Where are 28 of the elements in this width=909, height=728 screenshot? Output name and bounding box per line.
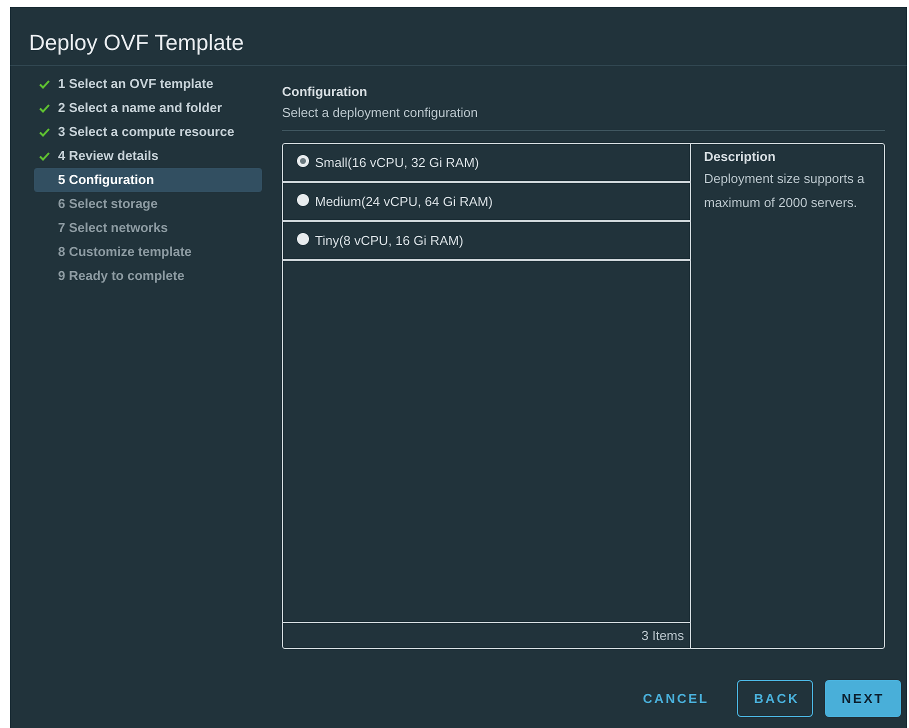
description-title: Description [704, 148, 777, 166]
wizard-step[interactable]: 6 Select storage [34, 192, 262, 216]
checkmark-icon [38, 128, 50, 136]
wizard-step[interactable]: 4 Review details [34, 144, 262, 168]
wizard-step[interactable]: 3 Select a compute resource [34, 120, 262, 144]
window-title: Deploy OVF Template [29, 29, 245, 57]
radio-button[interactable] [297, 194, 309, 206]
wizard-step[interactable]: 1 Select an OVF template [34, 72, 262, 96]
wizard-step[interactable]: 2 Select a name and folder [34, 96, 262, 120]
wizard-step[interactable]: 9 Ready to complete [34, 264, 262, 288]
checkmark-icon [38, 104, 50, 112]
back-button[interactable]: BACK [737, 680, 813, 717]
configuration-option[interactable]: Tiny(8 vCPU, 16 Gi RAM) [283, 222, 690, 261]
next-button[interactable]: NEXT [825, 680, 901, 717]
radio-button[interactable] [297, 232, 309, 244]
cancel-button[interactable]: CANCEL [626, 680, 725, 717]
checkmark-icon [38, 80, 50, 88]
configuration-option[interactable]: Small(16 vCPU, 32 Gi RAM) [283, 144, 690, 183]
section-title: Configuration [282, 83, 368, 101]
radio-button[interactable] [297, 154, 309, 166]
wizard-step[interactable]: 5 Configuration [34, 168, 262, 192]
wizard-step[interactable]: 8 Customize template [34, 240, 262, 264]
section-subtitle: Select a deployment configuration [282, 104, 479, 122]
configuration-option[interactable]: Medium(24 vCPU, 64 Gi RAM) [283, 183, 690, 222]
item-count: 3 Items [641, 626, 684, 645]
checkmark-icon [38, 152, 50, 160]
description-text: Deployment size supports a maximum of 2000 servers. [704, 170, 866, 212]
wizard-step[interactable]: 7 Select networks [34, 216, 262, 240]
